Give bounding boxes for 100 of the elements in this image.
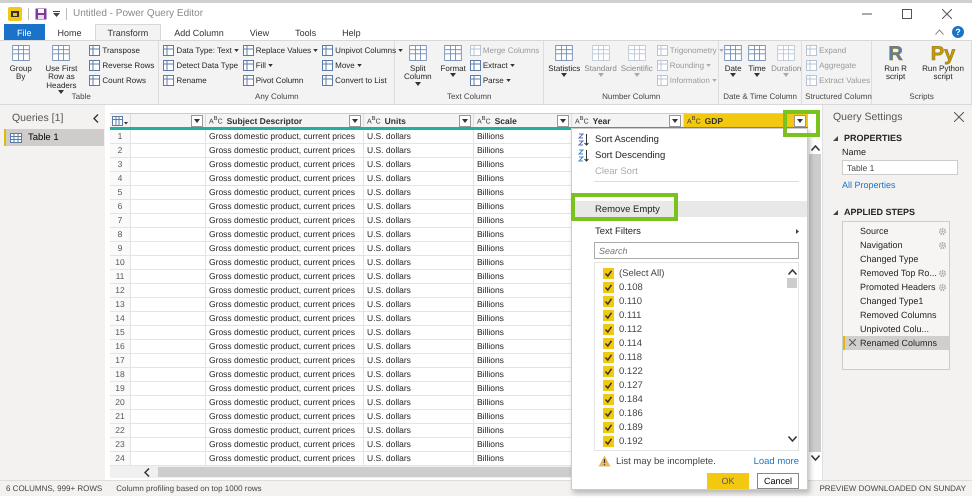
- table-menu-button[interactable]: [110, 114, 130, 127]
- filter-button[interactable]: [191, 114, 203, 126]
- close-icon[interactable]: [954, 112, 964, 122]
- step-item[interactable]: Promoted Headers: [843, 280, 949, 294]
- maximize-icon[interactable]: [902, 8, 912, 18]
- table-icon: [242, 60, 254, 70]
- step-item[interactable]: Changed Type: [843, 252, 949, 266]
- ribbon-tab[interactable]: Add Column: [161, 24, 237, 40]
- table-cell: Gross domestic product, current prices: [205, 256, 363, 269]
- ribbon-button[interactable]: Pivot Column: [242, 73, 320, 87]
- menu-item[interactable]: Text Filters: [572, 223, 807, 239]
- expanded-icon[interactable]: [833, 210, 838, 214]
- ribbon-button[interactable]: Unpivot Columns: [321, 43, 404, 57]
- filter-button[interactable]: [349, 114, 361, 126]
- ribbon-button[interactable]: Detect Data Type: [162, 58, 240, 72]
- step-item[interactable]: Removed Top Ro...: [843, 266, 949, 280]
- filter-button[interactable]: [459, 114, 471, 126]
- search-field[interactable]: Search: [594, 242, 799, 259]
- row-number: 17: [110, 354, 130, 367]
- collapse-icon[interactable]: [93, 114, 99, 122]
- checkbox[interactable]: [603, 296, 614, 306]
- load-more-link[interactable]: Load more: [754, 456, 799, 466]
- close-icon[interactable]: [942, 8, 952, 18]
- ok-button[interactable]: OK: [707, 473, 749, 489]
- checkbox[interactable]: [603, 352, 614, 362]
- ribbon-button[interactable]: Transpose: [88, 43, 156, 57]
- checkbox[interactable]: [603, 310, 614, 320]
- step-item[interactable]: Source: [843, 224, 949, 238]
- value-label: 0.189: [619, 422, 643, 432]
- name-field[interactable]: Table 1: [842, 160, 958, 175]
- cancel-button[interactable]: Cancel: [757, 473, 799, 489]
- ribbon-button[interactable]: Date: [722, 43, 744, 78]
- scroll-up-icon[interactable]: [810, 145, 820, 151]
- caret-icon[interactable]: [53, 10, 60, 16]
- ribbon-button[interactable]: Statistics: [547, 43, 582, 78]
- table-cell: Gross domestic product, current prices: [205, 326, 363, 339]
- menu-item[interactable]: Sort Descending: [572, 147, 807, 163]
- ribbon-button[interactable]: Fill: [242, 58, 320, 72]
- value-label: 0.112: [619, 324, 642, 334]
- menu-item[interactable]: Sort Ascending: [572, 131, 807, 147]
- checkbox[interactable]: [603, 338, 614, 348]
- filter-button[interactable]: [669, 114, 681, 126]
- expanded-icon[interactable]: [833, 136, 838, 140]
- ribbon-tab[interactable]: Home: [44, 24, 95, 40]
- scroll-down-icon[interactable]: [788, 436, 796, 442]
- ribbon-tab[interactable]: Tools: [282, 24, 330, 40]
- save-icon[interactable]: [35, 8, 47, 20]
- scrollbar-thumb[interactable]: [787, 278, 797, 288]
- table-icon: [322, 74, 334, 86]
- checkbox[interactable]: [603, 282, 614, 292]
- checkbox[interactable]: [603, 366, 614, 376]
- checkbox[interactable]: [603, 408, 614, 418]
- ribbon-tab[interactable]: Transform: [94, 24, 162, 40]
- scroll-left-icon[interactable]: [144, 468, 150, 476]
- scroll-down-icon[interactable]: [810, 455, 820, 461]
- ribbon-button[interactable]: Format: [439, 43, 467, 78]
- table-icon: [163, 44, 174, 56]
- table-cell: U.S. dollars: [363, 186, 473, 199]
- all-properties-link[interactable]: All Properties: [842, 180, 964, 190]
- delete-icon[interactable]: [849, 339, 856, 346]
- help-icon[interactable]: ?: [952, 26, 964, 38]
- step-item[interactable]: Changed Type1: [843, 294, 949, 308]
- ribbon-button[interactable]: Time: [746, 43, 768, 78]
- row-number: 20: [110, 396, 130, 409]
- scrollbar-thumb[interactable]: [809, 154, 821, 452]
- step-item[interactable]: Unpivoted Colu...: [843, 322, 949, 336]
- ribbon-button[interactable]: Group By: [7, 43, 34, 82]
- value-label: 0.122: [619, 366, 643, 376]
- table-cell: Gross domestic product, current prices: [205, 438, 363, 451]
- checkbox[interactable]: [603, 394, 614, 404]
- checkbox[interactable]: [603, 268, 614, 278]
- ribbon-tab[interactable]: File: [4, 24, 45, 40]
- table-cell: Gross domestic product, current prices: [205, 340, 363, 353]
- ribbon-button[interactable]: Use First Row as Headers: [36, 43, 86, 94]
- table-cell: U.S. dollars: [363, 396, 473, 409]
- ribbon-button[interactable]: Replace Values: [242, 43, 320, 57]
- ribbon-button[interactable]: Count Rows: [88, 73, 156, 87]
- ribbon-button[interactable]: Parse: [468, 73, 540, 87]
- ribbon-button[interactable]: Extract: [468, 58, 540, 72]
- checkbox[interactable]: [603, 436, 614, 446]
- ribbon-button[interactable]: Py Run Python script: [918, 43, 968, 82]
- scroll-up-icon[interactable]: [788, 269, 796, 275]
- checkbox[interactable]: [603, 422, 614, 432]
- caret-icon: [352, 118, 358, 122]
- filter-button[interactable]: [794, 114, 806, 126]
- ribbon-button[interactable]: Reverse Rows: [88, 58, 156, 72]
- table-cell: Gross domestic product, current prices: [205, 242, 363, 255]
- query-item[interactable]: Table 1: [4, 129, 104, 146]
- ribbon-button[interactable]: Rename: [162, 73, 240, 87]
- ribbon-tab[interactable]: Help: [329, 24, 374, 40]
- checkbox[interactable]: [603, 380, 614, 390]
- step-item[interactable]: Navigation: [843, 238, 949, 252]
- checkbox[interactable]: [603, 324, 614, 334]
- menu-item[interactable]: Remove Empty: [572, 201, 807, 217]
- step-item[interactable]: Renamed Columns: [843, 336, 949, 350]
- filter-button[interactable]: [557, 114, 569, 126]
- ribbon-button[interactable]: R Run R script: [875, 43, 916, 82]
- step-item[interactable]: Removed Columns: [843, 308, 949, 322]
- ribbon-button[interactable]: Data Type: Text: [162, 43, 240, 57]
- ribbon-tab[interactable]: View: [236, 24, 282, 40]
